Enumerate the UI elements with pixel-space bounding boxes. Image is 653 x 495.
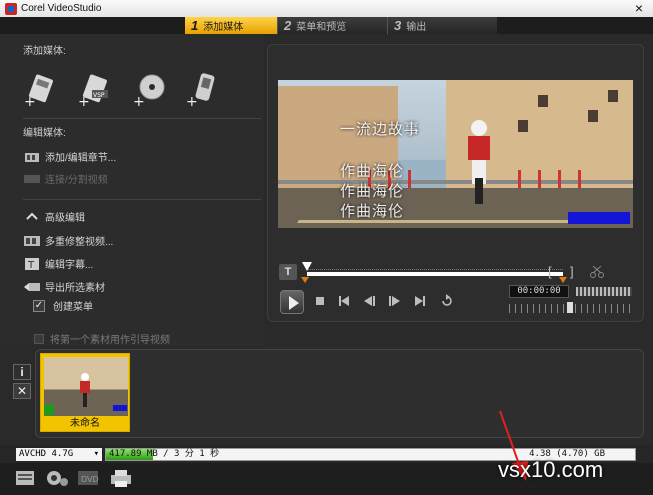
- multi-trim-icon: [24, 235, 40, 246]
- join-split-icon: [24, 174, 40, 183]
- clip-label: 未命名: [70, 418, 100, 429]
- subtitle-toggle-icon[interactable]: T: [279, 264, 297, 280]
- corel-app-icon: [5, 2, 17, 15]
- scissors-icon[interactable]: [590, 266, 604, 278]
- advanced-edit-toggle[interactable]: 高级编辑: [23, 209, 85, 224]
- step-number: 1: [191, 18, 199, 33]
- info-button[interactable]: i: [13, 364, 31, 380]
- project-settings-icon[interactable]: [14, 468, 38, 488]
- add-media-heading: 添加媒体:: [23, 46, 66, 57]
- edit-subtitles-label: 编辑字幕...: [45, 260, 94, 271]
- join-split-video-label: 连接/分割视频: [45, 175, 108, 186]
- overlay-line-4: 作曲海伦: [340, 202, 405, 220]
- previous-frame-icon[interactable]: [363, 295, 375, 307]
- join-split-video-row: 连接/分割视频: [23, 171, 108, 186]
- add-disc-icon[interactable]: +: [133, 72, 165, 108]
- play-button[interactable]: [280, 290, 304, 314]
- trim-out-marker[interactable]: [559, 277, 567, 283]
- divider: [23, 199, 261, 200]
- gear-icon[interactable]: [44, 468, 70, 488]
- add-vsp-project-icon[interactable]: VSP +: [78, 72, 110, 108]
- watermark-text: vsx10.com: [498, 457, 604, 482]
- export-selected-label: 导出所选素材: [45, 283, 105, 294]
- svg-text:+: +: [24, 94, 36, 108]
- svg-text:DVD: DVD: [81, 475, 99, 484]
- overlay-line-3: 作曲海伦: [340, 182, 405, 200]
- svg-text:+: +: [78, 94, 90, 108]
- disc-usage-text: 417.89 MB / 3 分 1 秒: [109, 449, 220, 459]
- use-first-clip-row[interactable]: 将第一个素材用作引导视频: [34, 331, 170, 346]
- title-bar: Corel VideoStudio ×: [0, 0, 653, 17]
- chapter-icon: [25, 152, 39, 162]
- timeline-bar[interactable]: [307, 272, 563, 276]
- video-preview: 一流边故事 作曲海伦 作曲海伦 作曲海伦: [278, 80, 633, 228]
- advanced-edit-label: 高级编辑: [45, 213, 85, 224]
- next-frame-icon[interactable]: [389, 295, 401, 307]
- stop-icon[interactable]: [315, 295, 325, 307]
- divider: [23, 118, 261, 119]
- rider-image: [468, 120, 490, 204]
- add-video-icon[interactable]: +: [24, 72, 56, 108]
- create-menu-checkbox[interactable]: ✓: [33, 299, 45, 312]
- clip-thumbnail[interactable]: 未命名: [40, 353, 130, 432]
- add-edit-chapter-row[interactable]: 添加/编辑章节...: [23, 149, 116, 164]
- skip-start-icon[interactable]: [338, 295, 350, 307]
- export-selected-row[interactable]: 导出所选素材: [23, 279, 105, 294]
- printer-icon[interactable]: [108, 468, 134, 488]
- close-button[interactable]: ×: [625, 0, 653, 17]
- step-menu-preview[interactable]: 2 菜单和预览: [277, 17, 387, 34]
- disc-capture-icon: DVD: [78, 471, 99, 485]
- edit-subtitles-row[interactable]: T 编辑字幕...: [23, 256, 93, 271]
- jog-knob[interactable]: [567, 302, 573, 313]
- step-bar: 1 添加媒体 2 菜单和预览 3 输出: [0, 17, 653, 34]
- rider-image: [80, 373, 90, 407]
- step-number: 3: [394, 18, 402, 33]
- edit-media-heading: 编辑媒体:: [23, 128, 66, 139]
- chevron-up-icon: [26, 212, 38, 220]
- repeat-icon[interactable]: [440, 294, 454, 308]
- mark-in-button[interactable]: [: [548, 264, 552, 279]
- svg-text:VSP: VSP: [93, 92, 105, 99]
- use-first-clip-label: 将第一个素材用作引导视频: [50, 335, 170, 346]
- clip-tag: [113, 405, 127, 411]
- create-menu-label: 创建菜单: [53, 302, 93, 313]
- step-label: 菜单和预览: [296, 22, 347, 33]
- step-number: 2: [284, 18, 292, 33]
- subtitle-icon: T: [25, 257, 39, 271]
- overlay-line-1: 一流边故事: [340, 120, 421, 138]
- delete-clip-button[interactable]: ✕: [13, 383, 31, 399]
- disc-type-select[interactable]: AVCHD 4.7G: [16, 448, 102, 461]
- create-menu-row[interactable]: ✓ 创建菜单: [23, 298, 93, 313]
- playhead-marker[interactable]: [302, 262, 312, 272]
- step-label: 添加媒体: [203, 22, 244, 33]
- mark-out-button[interactable]: ]: [570, 264, 574, 279]
- add-mobile-device-icon[interactable]: +: [186, 72, 218, 108]
- export-icon: [24, 282, 40, 291]
- skip-end-icon[interactable]: [414, 295, 426, 307]
- clip-chapter-flag: [44, 405, 54, 415]
- volume-slider[interactable]: [576, 287, 632, 296]
- video-tag: [568, 212, 630, 224]
- svg-text:T: T: [27, 260, 35, 271]
- window-title: Corel VideoStudio: [21, 3, 102, 14]
- svg-text:+: +: [186, 94, 198, 108]
- multi-trim-label: 多重修整视频...: [45, 237, 114, 248]
- multi-trim-row[interactable]: 多重修整视频...: [23, 233, 113, 248]
- svg-text:+: +: [133, 94, 145, 108]
- step-add-media[interactable]: 1 添加媒体: [185, 17, 277, 34]
- timecode-display[interactable]: 00:00:00: [509, 285, 569, 298]
- add-edit-chapter-label: 添加/编辑章节...: [45, 153, 117, 164]
- trim-in-marker[interactable]: [301, 277, 309, 283]
- overlay-line-2: 作曲海伦: [340, 162, 405, 180]
- step-output[interactable]: 3 输出: [387, 17, 497, 34]
- step-label: 输出: [406, 22, 427, 33]
- use-first-clip-checkbox[interactable]: [34, 333, 44, 344]
